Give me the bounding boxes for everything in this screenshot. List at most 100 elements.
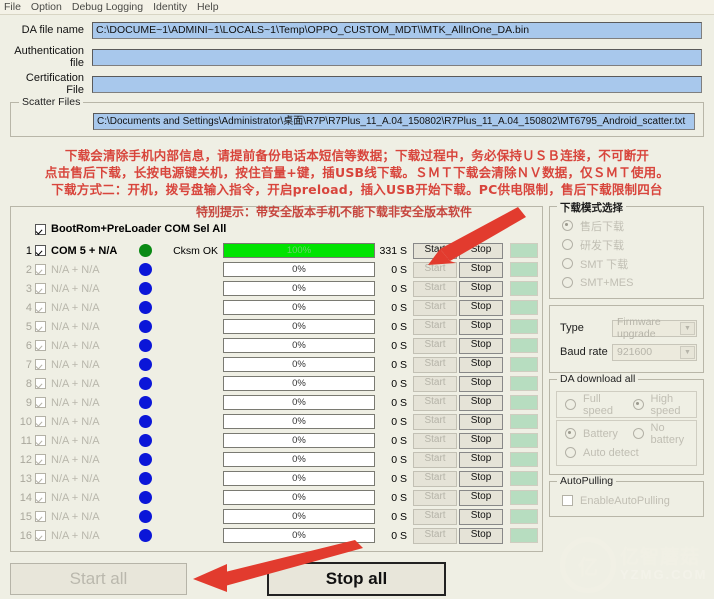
- row-enable-checkbox[interactable]: [35, 378, 46, 389]
- row-enable-checkbox[interactable]: [35, 397, 46, 408]
- row-enable-checkbox[interactable]: [35, 473, 46, 484]
- table-row: 2N/A + N/A0%0 SStartStop: [17, 260, 538, 279]
- row-enable-checkbox[interactable]: [35, 454, 46, 465]
- start-all-button[interactable]: Start all: [10, 563, 187, 595]
- row-stop-button[interactable]: Stop: [459, 262, 503, 278]
- row-port-name: N/A + N/A: [46, 397, 137, 409]
- row-start-button[interactable]: Start: [413, 452, 457, 468]
- battery-option-autodetect[interactable]: Auto detect: [559, 443, 694, 462]
- scatter-file-input[interactable]: C:\Documents and Settings\Administrator\…: [93, 113, 695, 130]
- authentication-file-input[interactable]: [92, 49, 702, 66]
- row-start-button[interactable]: Start: [413, 376, 457, 392]
- enable-autopulling-row[interactable]: EnableAutoPulling: [556, 491, 697, 510]
- scatter-files-group: Scatter Files C:\Documents and Settings\…: [10, 102, 704, 137]
- row-enable-checkbox[interactable]: [35, 321, 46, 332]
- row-start-button[interactable]: Start: [413, 319, 457, 335]
- speed-option-high[interactable]: High speed: [627, 395, 695, 414]
- row-stop-button[interactable]: Stop: [459, 471, 503, 487]
- certification-file-input[interactable]: [92, 76, 702, 93]
- download-mode-option-smt[interactable]: SMT 下载: [556, 254, 697, 273]
- row-status-box: [510, 243, 538, 258]
- row-start-button[interactable]: Start: [413, 395, 457, 411]
- radio-icon-battery[interactable]: [565, 428, 576, 439]
- row-enable-checkbox[interactable]: [35, 340, 46, 351]
- enable-autopulling-checkbox[interactable]: [562, 495, 573, 506]
- menu-item-identity[interactable]: Identity: [153, 1, 187, 13]
- select-all-row[interactable]: BootRom+PreLoader COM Sel All: [35, 223, 538, 235]
- menu-item-debug-logging[interactable]: Debug Logging: [72, 1, 143, 13]
- type-select[interactable]: Firmware upgrade ▼: [612, 320, 697, 337]
- row-stop-button[interactable]: Stop: [459, 376, 503, 392]
- download-mode-option-aftersale[interactable]: 售后下载: [556, 216, 697, 235]
- row-start-button[interactable]: Start: [413, 357, 457, 373]
- row-enable-checkbox[interactable]: [35, 359, 46, 370]
- row-start-button[interactable]: Start: [413, 490, 457, 506]
- battery-option-nobattery[interactable]: No battery: [627, 424, 695, 443]
- battery-option-battery[interactable]: Battery: [559, 424, 627, 443]
- row-enable-checkbox[interactable]: [35, 511, 46, 522]
- radio-icon-rnd[interactable]: [562, 239, 573, 250]
- table-row: 13N/A + N/A0%0 SStartStop: [17, 469, 538, 488]
- row-stop-button[interactable]: Stop: [459, 319, 503, 335]
- row-stop-button[interactable]: Stop: [459, 433, 503, 449]
- row-start-button[interactable]: Start: [413, 471, 457, 487]
- row-start-button[interactable]: Start: [413, 243, 457, 259]
- row-enable-checkbox[interactable]: [35, 302, 46, 313]
- watermark-site: YZMG.COM: [620, 568, 708, 582]
- row-start-button[interactable]: Start: [413, 433, 457, 449]
- chevron-down-icon-baud[interactable]: ▼: [680, 346, 695, 359]
- row-stop-button[interactable]: Stop: [459, 528, 503, 544]
- chevron-down-icon[interactable]: ▼: [680, 322, 695, 335]
- row-enable-checkbox[interactable]: [35, 492, 46, 503]
- speed-box: Full speed High speed: [556, 391, 697, 418]
- row-enable-checkbox[interactable]: [35, 416, 46, 427]
- row-progress-label: 0%: [224, 453, 374, 466]
- row-start-button[interactable]: Start: [413, 528, 457, 544]
- radio-icon-smt[interactable]: [562, 258, 573, 269]
- row-stop-button[interactable]: Stop: [459, 243, 503, 259]
- row-start-button[interactable]: Start: [413, 338, 457, 354]
- menu-item-option[interactable]: Option: [31, 1, 62, 13]
- radio-icon-auto-detect[interactable]: [565, 447, 576, 458]
- row-enable-checkbox[interactable]: [35, 245, 46, 256]
- download-mode-option-rnd[interactable]: 研发下载: [556, 235, 697, 254]
- row-enable-checkbox[interactable]: [35, 264, 46, 275]
- da-file-input[interactable]: C:\DOCUME~1\ADMINI~1\LOCALS~1\Temp\OPPO_…: [92, 22, 702, 39]
- radio-icon-high-speed[interactable]: [633, 399, 644, 410]
- row-stop-button[interactable]: Stop: [459, 395, 503, 411]
- menu-item-file[interactable]: File: [4, 1, 21, 13]
- baud-rate-select[interactable]: 921600 ▼: [612, 344, 697, 361]
- row-stop-button[interactable]: Stop: [459, 509, 503, 525]
- radio-icon-smtmes[interactable]: [562, 277, 573, 288]
- row-stop-button[interactable]: Stop: [459, 281, 503, 297]
- radio-icon-aftersale[interactable]: [562, 220, 573, 231]
- row-start-button[interactable]: Start: [413, 414, 457, 430]
- row-stop-button[interactable]: Stop: [459, 490, 503, 506]
- row-enable-checkbox[interactable]: [35, 530, 46, 541]
- row-stop-button[interactable]: Stop: [459, 357, 503, 373]
- row-stop-button[interactable]: Stop: [459, 452, 503, 468]
- row-stop-button[interactable]: Stop: [459, 300, 503, 316]
- menu-item-help[interactable]: Help: [197, 1, 219, 13]
- row-start-button[interactable]: Start: [413, 300, 457, 316]
- download-mode-option-smtmes[interactable]: SMT+MES: [556, 273, 697, 292]
- row-start-button[interactable]: Start: [413, 262, 457, 278]
- row-enable-checkbox[interactable]: [35, 435, 46, 446]
- radio-icon-full-speed[interactable]: [565, 399, 576, 410]
- row-number: 15: [17, 511, 35, 523]
- select-all-checkbox[interactable]: [35, 224, 46, 235]
- row-number: 2: [17, 264, 35, 276]
- table-row: 4N/A + N/A0%0 SStartStop: [17, 298, 538, 317]
- radio-icon-no-battery[interactable]: [633, 428, 644, 439]
- row-stop-button[interactable]: Stop: [459, 414, 503, 430]
- stop-all-button[interactable]: Stop all: [267, 562, 446, 596]
- row-enable-checkbox[interactable]: [35, 283, 46, 294]
- row-progress-bar: 0%: [223, 395, 375, 410]
- row-status-box: [510, 528, 538, 543]
- download-mode-label-smt: SMT 下载: [580, 256, 628, 272]
- row-start-button[interactable]: Start: [413, 509, 457, 525]
- authentication-file-row: Authentication file: [12, 48, 702, 66]
- row-start-button[interactable]: Start: [413, 281, 457, 297]
- row-stop-button[interactable]: Stop: [459, 338, 503, 354]
- speed-option-full[interactable]: Full speed: [559, 395, 627, 414]
